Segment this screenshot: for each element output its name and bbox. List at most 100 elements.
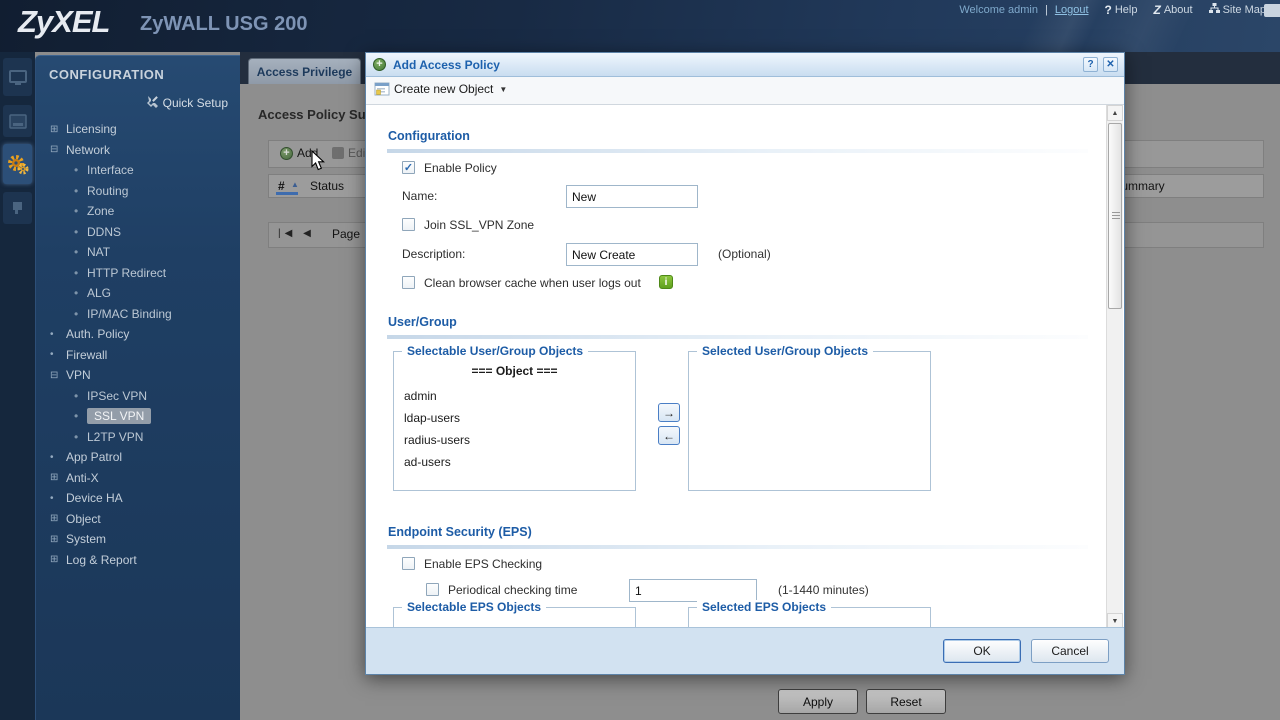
object-reference-icon[interactable] <box>1264 4 1280 17</box>
edit-pencil-icon <box>332 147 344 159</box>
selectable-eps-legend: Selectable EPS Objects <box>402 600 547 614</box>
sidebar-item-routing[interactable]: • Routing <box>36 181 240 202</box>
reset-button[interactable]: Reset <box>866 689 946 714</box>
logout-link[interactable]: Logout <box>1055 4 1089 16</box>
sidebar-title: CONFIGURATION <box>49 67 165 82</box>
bullet-icon: • <box>50 349 54 361</box>
bullet-icon: • <box>74 265 79 280</box>
list-item-ad-users[interactable]: ad-users <box>404 455 451 469</box>
move-right-arrow-button[interactable]: → <box>658 403 680 422</box>
section-user-group: User/Group <box>388 315 457 329</box>
configuration-sidebar: CONFIGURATION Quick Setup ⊞ Licensing ⊟ Ne… <box>35 55 240 720</box>
dialog-scrollbar[interactable]: ▲ ▼ <box>1106 105 1123 629</box>
sidebar-item-alg[interactable]: • ALG <box>36 283 240 304</box>
tree-expander-plus-icon[interactable]: ⊞ <box>50 124 66 135</box>
sidebar-item-object[interactable]: ⊞ Object <box>36 509 240 530</box>
object-group-header: === Object === <box>471 364 558 378</box>
move-left-arrow-button[interactable]: ← <box>658 426 680 445</box>
site-map-icon <box>1208 3 1220 17</box>
ok-button[interactable]: OK <box>943 639 1021 663</box>
dialog-close-button[interactable]: ✕ <box>1103 57 1118 72</box>
site-map-link[interactable]: Site Map <box>1208 3 1266 17</box>
scrollbar-thumb[interactable] <box>1108 123 1122 309</box>
tree-expander-plus-icon[interactable]: ⊞ <box>50 513 66 524</box>
sidebar-item-ssl-vpn[interactable]: • SSL VPN <box>36 406 240 427</box>
periodical-checking-checkbox[interactable] <box>426 583 439 596</box>
edit-button[interactable]: Edit <box>332 146 369 160</box>
tree-expander-minus-icon[interactable]: ⊟ <box>50 370 66 381</box>
sidebar-item-firewall[interactable]: • Firewall <box>36 345 240 366</box>
sidebar-item-l2tp-vpn[interactable]: • L2TP VPN <box>36 427 240 448</box>
dialog-plus-icon: + <box>373 58 386 71</box>
left-icon-strip <box>0 52 35 720</box>
maintenance-icon[interactable] <box>3 192 32 224</box>
tools-icon <box>146 95 159 111</box>
sort-ascending-icon[interactable]: ▲ <box>291 180 299 189</box>
enable-eps-checking-checkbox[interactable] <box>402 557 415 570</box>
help-icon: ? <box>1104 3 1112 17</box>
sidebar-item-ddns[interactable]: • DDNS <box>36 222 240 243</box>
sidebar-item-network[interactable]: ⊟ Network <box>36 140 240 161</box>
top-banner: ZyXEL ZyWALL USG 200 Welcome admin | Log… <box>0 0 1280 52</box>
name-label: Name: <box>402 189 438 203</box>
selectable-user-group-box[interactable]: Selectable User/Group Objects === Object… <box>393 344 636 491</box>
dialog-help-button[interactable]: ? <box>1083 57 1098 72</box>
sidebar-item-device-ha[interactable]: • Device HA <box>36 488 240 509</box>
sidebar-item-zone[interactable]: • Zone <box>36 201 240 222</box>
column-header-status[interactable]: Status <box>310 179 344 193</box>
sidebar-item-system[interactable]: ⊞ System <box>36 529 240 550</box>
scroll-up-icon[interactable]: ▲ <box>1107 105 1123 121</box>
info-icon[interactable]: i <box>659 275 673 289</box>
quick-setup-button[interactable]: Quick Setup <box>146 95 228 111</box>
tab-access-privilege[interactable]: Access Privilege <box>248 58 361 84</box>
sidebar-item-auth-policy[interactable]: • Auth. Policy <box>36 324 240 345</box>
apply-button[interactable]: Apply <box>778 689 858 714</box>
sort-indicator <box>276 192 298 195</box>
tree-expander-minus-icon[interactable]: ⊟ <box>50 144 66 155</box>
sidebar-item-ip-mac-binding[interactable]: • IP/MAC Binding <box>36 304 240 325</box>
clean-browser-cache-checkbox[interactable] <box>402 276 415 289</box>
sidebar-item-vpn[interactable]: ⊟ VPN <box>36 365 240 386</box>
list-item-ldap-users[interactable]: ldap-users <box>404 411 460 425</box>
tree-expander-plus-icon[interactable]: ⊞ <box>50 472 66 483</box>
name-input[interactable] <box>566 185 698 208</box>
selected-user-group-box[interactable]: Selected User/Group Objects <box>688 344 931 491</box>
tree-expander-plus-icon[interactable]: ⊞ <box>50 554 66 565</box>
sidebar-item-nat[interactable]: • NAT <box>36 242 240 263</box>
help-link[interactable]: ? Help <box>1105 3 1138 17</box>
about-link[interactable]: Z About <box>1153 3 1192 17</box>
description-input[interactable] <box>566 243 698 266</box>
sidebar-item-log-report[interactable]: ⊞ Log & Report <box>36 550 240 571</box>
selectable-eps-box[interactable]: Selectable EPS Objects <box>393 600 636 629</box>
help-label: Help <box>1114 4 1138 16</box>
join-ssl-vpn-zone-checkbox[interactable] <box>402 218 415 231</box>
sidebar-item-licensing[interactable]: ⊞ Licensing <box>36 119 240 140</box>
sidebar-item-http-redirect[interactable]: • HTTP Redirect <box>36 263 240 284</box>
bullet-icon: • <box>74 183 79 198</box>
monitor-icon[interactable] <box>3 105 32 137</box>
sidebar-item-app-patrol[interactable]: • App Patrol <box>36 447 240 468</box>
sidebar-item-anti-x[interactable]: ⊞ Anti-X <box>36 468 240 489</box>
create-new-object-dropdown[interactable]: Create new Object ▼ <box>374 82 507 96</box>
dialog-title-bar[interactable]: + Add Access Policy ? ✕ <box>366 53 1124 77</box>
list-item-admin[interactable]: admin <box>404 389 437 403</box>
bullet-icon: • <box>74 224 79 239</box>
optional-hint: (Optional) <box>718 247 771 261</box>
pagination-first-prev-icons[interactable]: |◀ ◀ <box>278 228 315 239</box>
selected-eps-legend: Selected EPS Objects <box>697 600 832 614</box>
sidebar-item-ipsec-vpn[interactable]: • IPSec VPN <box>36 386 240 407</box>
dialog-toolbar: Create new Object ▼ <box>366 77 1124 105</box>
selected-eps-box[interactable]: Selected EPS Objects <box>688 600 931 629</box>
periodical-time-input[interactable] <box>629 579 757 602</box>
list-item-radius-users[interactable]: radius-users <box>404 433 470 447</box>
mouse-cursor <box>311 149 327 177</box>
tree-expander-plus-icon[interactable]: ⊞ <box>50 534 66 545</box>
sidebar-item-interface[interactable]: • Interface <box>36 160 240 181</box>
dashboard-icon[interactable] <box>3 58 32 96</box>
configuration-gear-icon[interactable] <box>3 144 32 184</box>
column-header-number[interactable]: # <box>278 179 285 193</box>
zyxel-logo: ZyXEL <box>18 4 110 39</box>
enable-policy-checkbox[interactable]: ✓ <box>402 161 415 174</box>
dialog-title: Add Access Policy <box>393 58 500 72</box>
cancel-button[interactable]: Cancel <box>1031 639 1109 663</box>
